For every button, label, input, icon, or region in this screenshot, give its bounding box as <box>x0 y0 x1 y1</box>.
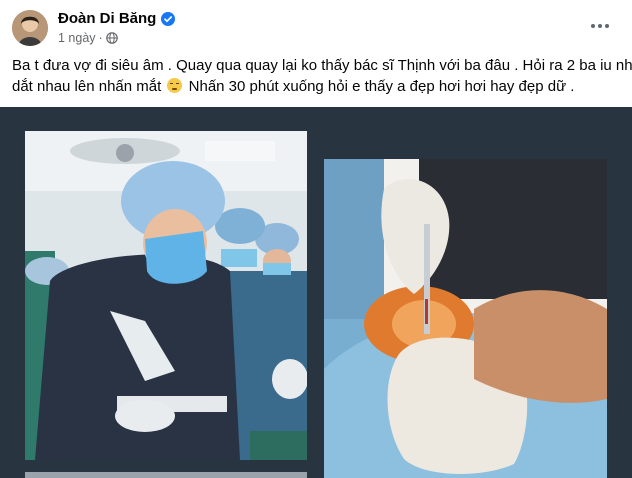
post-text-line-2-end: Nhấn 30 phút xuống hỏi e thấy a đẹp hơi … <box>188 77 575 95</box>
more-options-icon[interactable] <box>588 16 612 36</box>
author-name[interactable]: Đoàn Di Băng <box>58 10 156 27</box>
surgery-photo-bottom-edge[interactable] <box>25 472 307 478</box>
author-avatar[interactable] <box>12 10 48 46</box>
post-text: Ba t đưa vợ đi siêu âm . Quay qua quay l… <box>12 56 632 98</box>
sad-face-emoji-icon <box>167 77 183 93</box>
verified-badge-icon <box>161 11 176 26</box>
surgery-photo-left[interactable] <box>25 131 307 460</box>
globe-icon[interactable] <box>105 32 118 44</box>
post-text-line-2-start: dắt nhau lên nhấn mắt <box>12 77 162 95</box>
post-text-line-1: Ba t đưa vợ đi siêu âm . Quay qua quay l… <box>12 57 632 74</box>
post-text-line-2: dắt nhau lên nhấn mắt Nhấn 30 phút xuống… <box>12 77 618 98</box>
post-timestamp[interactable]: 1 ngày <box>58 31 96 45</box>
surgery-photo-right[interactable] <box>324 159 607 478</box>
author-name-row: Đoàn Di Băng <box>58 10 176 27</box>
post-header: Đoàn Di Băng 1 ngày · <box>0 0 632 52</box>
post-media-area <box>0 107 632 478</box>
post-meta: 1 ngày · <box>58 31 118 45</box>
meta-separator: · <box>98 31 103 45</box>
